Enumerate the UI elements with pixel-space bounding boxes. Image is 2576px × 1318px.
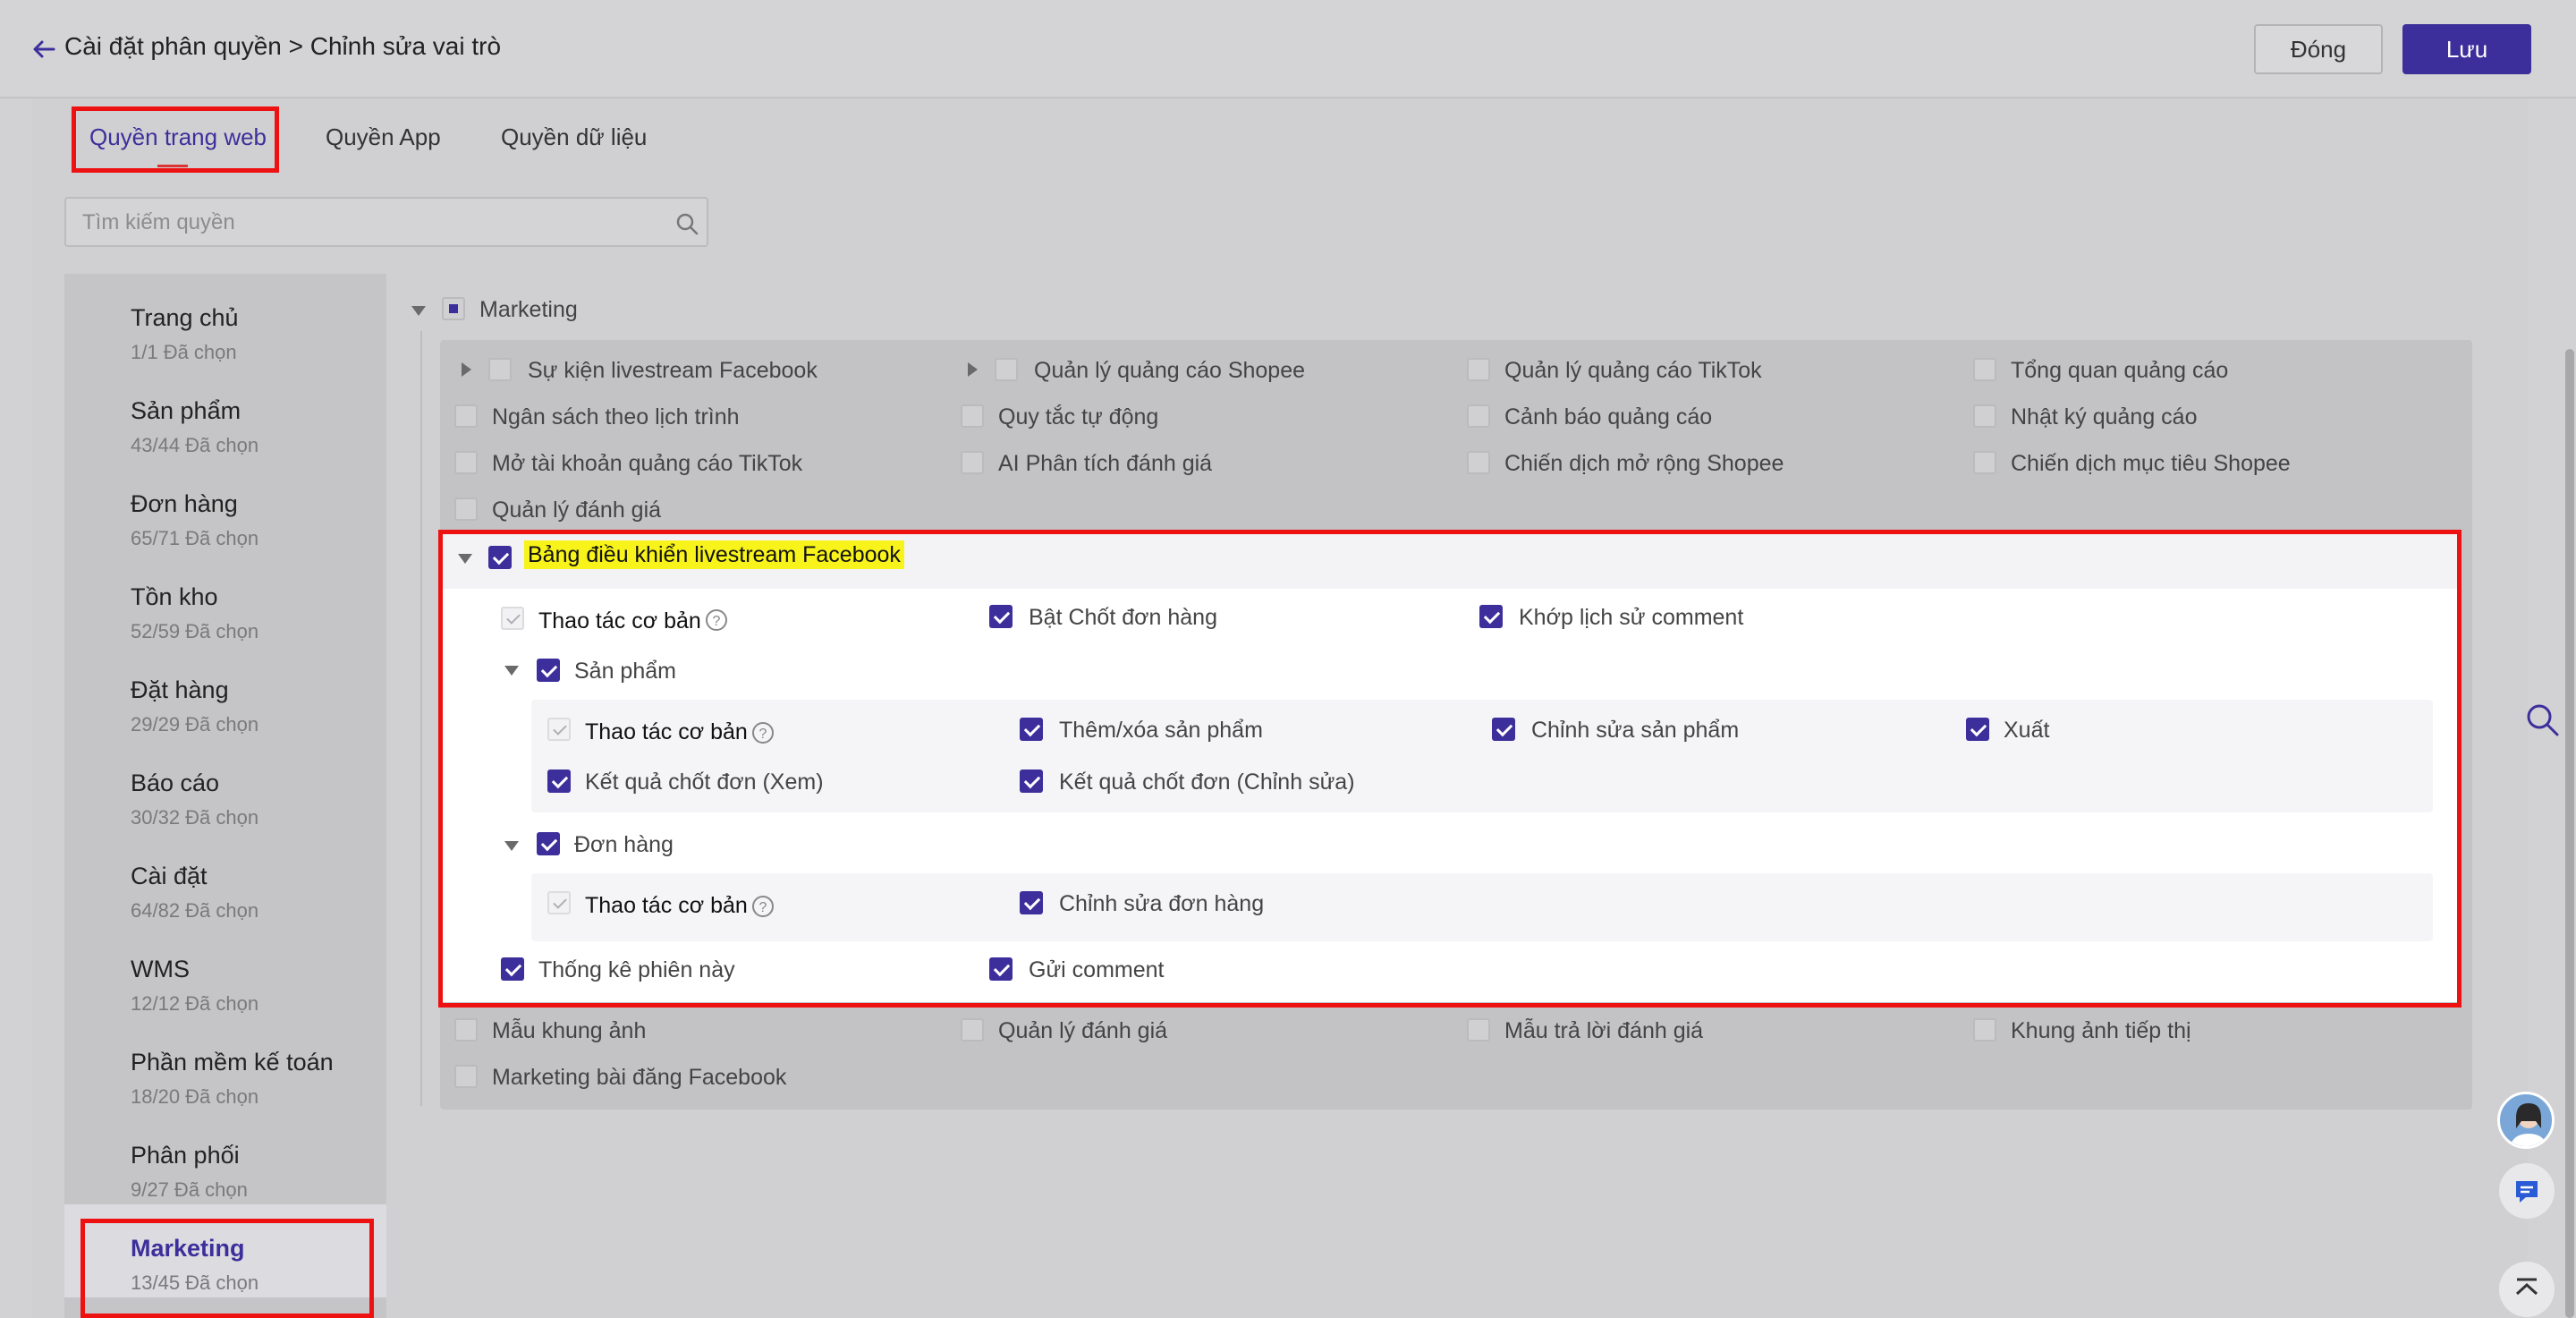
scrollbar-thumb[interactable] (2565, 349, 2574, 1318)
permission-label: Quản lý quảng cáo Shopee (1034, 358, 1306, 383)
sidebar-item-label: Sản phẩm (131, 397, 242, 424)
sidebar-item-count: 18/20 Đã chọn (131, 1085, 259, 1108)
page-title: Cài đặt phân quyền > Chỉnh sửa vai trò (64, 32, 502, 60)
permission-checkbox[interactable] (1467, 451, 1490, 474)
permission-label: Quản lý đánh giá (998, 1018, 1168, 1043)
sidebar-item-count: 29/29 Đã chọn (131, 713, 259, 736)
permission-checkbox[interactable] (1973, 451, 1996, 474)
sidebar-item-label: Đặt hàng (131, 676, 229, 703)
permission-label: Marketing bài đăng Facebook (492, 1065, 787, 1090)
permission-checkbox[interactable] (454, 451, 478, 474)
permission-checkbox[interactable] (961, 404, 984, 428)
chat-button[interactable] (2499, 1163, 2555, 1219)
tree-root-label: Marketing (479, 297, 578, 322)
sidebar-item-home[interactable]: Trang chủ 1/1 Đã chọn (64, 274, 386, 367)
permission-checkbox[interactable] (1467, 358, 1490, 381)
tab-data-permissions[interactable]: Quyền dữ liệu (501, 123, 647, 151)
permission-checkbox[interactable] (1973, 358, 1996, 381)
permission-checkbox[interactable] (1467, 404, 1490, 428)
annotation-box-fb-section (438, 530, 2462, 1008)
permission-label: Ngân sách theo lịch trình (492, 404, 740, 429)
permission-label: Tổng quan quảng cáo (2011, 358, 2229, 383)
sidebar-item-count: 64/82 Đã chọn (131, 899, 259, 922)
permission-checkbox[interactable] (961, 1018, 984, 1042)
sidebar-item-label: Đơn hàng (131, 490, 238, 517)
permission-checkbox[interactable] (488, 358, 512, 381)
permission-label: Cảnh báo quảng cáo (1504, 404, 1713, 429)
sidebar-item-count: 43/44 Đã chọn (131, 434, 259, 456)
permission-label: Nhật ký quảng cáo (2011, 404, 2198, 429)
permission-label: Quy tắc tự động (998, 404, 1159, 429)
permission-label: Sự kiện livestream Facebook (528, 358, 818, 383)
sidebar-item-reports[interactable]: Báo cáo 30/32 Đã chọn (64, 739, 386, 832)
permission-label: Mở tài khoản quảng cáo TikTok (492, 451, 803, 476)
permission-label: Chiến dịch mở rộng Shopee (1504, 451, 1784, 476)
tab-app-permissions[interactable]: Quyền App (326, 123, 441, 151)
expand-caret-icon[interactable] (968, 362, 978, 377)
sidebar-item-count: 52/59 Đã chọn (131, 620, 259, 642)
page-header: Cài đặt phân quyền > Chỉnh sửa vai trò Đ… (0, 0, 2576, 98)
sidebar-item-count: 12/12 Đã chọn (131, 992, 259, 1015)
permission-checkbox[interactable] (454, 1065, 478, 1088)
close-button[interactable]: Đóng (2254, 24, 2383, 74)
sidebar-item-label: Tồn kho (131, 583, 218, 610)
search-icon[interactable] (674, 211, 699, 236)
sidebar-item-products[interactable]: Sản phẩm 43/44 Đã chọn (64, 367, 386, 460)
permission-checkbox[interactable] (961, 451, 984, 474)
permission-checkbox[interactable] (454, 497, 478, 521)
sidebar-item-count: 30/32 Đã chọn (131, 806, 259, 829)
permission-checkbox[interactable] (454, 1018, 478, 1042)
permission-label: Khung ảnh tiếp thị (2011, 1018, 2191, 1043)
annotation-box-tab (72, 106, 279, 173)
floating-search-icon[interactable] (2524, 702, 2560, 737)
back-to-top-button[interactable] (2499, 1262, 2555, 1317)
avatar-icon (2510, 1103, 2547, 1146)
save-button[interactable]: Lưu (2402, 24, 2531, 74)
sidebar-item-label: Báo cáo (131, 770, 220, 796)
permission-label: Mẫu trả lời đánh giá (1504, 1018, 1704, 1043)
sidebar-item-purchasing[interactable]: Đặt hàng 29/29 Đã chọn (64, 646, 386, 739)
sidebar-item-wms[interactable]: WMS 12/12 Đã chọn (64, 925, 386, 1018)
sidebar-item-orders[interactable]: Đơn hàng 65/71 Đã chọn (64, 460, 386, 553)
permission-label: AI Phân tích đánh giá (998, 451, 1213, 476)
sidebar-item-distribution[interactable]: Phân phối 9/27 Đã chọn (64, 1111, 386, 1204)
sidebar-item-label: WMS (131, 956, 190, 982)
sidebar-item-inventory[interactable]: Tồn kho 52/59 Đã chọn (64, 553, 386, 646)
arrow-up-icon (2515, 1278, 2538, 1296)
expand-caret-icon[interactable] (462, 362, 471, 377)
permission-checkbox[interactable] (1467, 1018, 1490, 1042)
permission-checkbox[interactable] (995, 358, 1018, 381)
chat-icon (2516, 1181, 2538, 1203)
sidebar-item-label: Trang chủ (131, 304, 239, 331)
collapse-caret-icon[interactable] (411, 306, 426, 316)
marketing-checkbox[interactable] (442, 297, 465, 320)
permission-label: Quản lý quảng cáo TikTok (1504, 358, 1762, 383)
sidebar-item-count: 1/1 Đã chọn (131, 341, 237, 363)
sidebar-item-count: 65/71 Đã chọn (131, 527, 259, 549)
tree-guide-line (420, 331, 422, 1106)
search-box (64, 197, 708, 247)
sidebar-item-settings[interactable]: Cài đặt 64/82 Đã chọn (64, 832, 386, 925)
sidebar-item-accounting[interactable]: Phần mềm kế toán 18/20 Đã chọn (64, 1018, 386, 1111)
sidebar-item-label: Phân phối (131, 1142, 240, 1169)
sidebar-item-label: Phần mềm kế toán (131, 1049, 334, 1076)
sidebar-item-label: Cài đặt (131, 863, 208, 889)
annotation-box-marketing (80, 1219, 374, 1318)
permission-checkbox[interactable] (1973, 1018, 1996, 1042)
permission-label: Quản lý đánh giá (492, 497, 662, 523)
support-avatar[interactable] (2497, 1092, 2555, 1149)
permission-checkbox[interactable] (1973, 404, 1996, 428)
back-arrow-icon[interactable] (30, 36, 57, 63)
sidebar-item-count: 9/27 Đã chọn (131, 1178, 248, 1201)
search-input[interactable] (82, 209, 655, 236)
permission-label: Mẫu khung ảnh (492, 1018, 647, 1043)
module-sidebar: Trang chủ 1/1 Đã chọn Sản phẩm 43/44 Đã … (64, 274, 386, 1318)
permission-label: Chiến dịch mục tiêu Shopee (2011, 451, 2291, 476)
permission-checkbox[interactable] (454, 404, 478, 428)
